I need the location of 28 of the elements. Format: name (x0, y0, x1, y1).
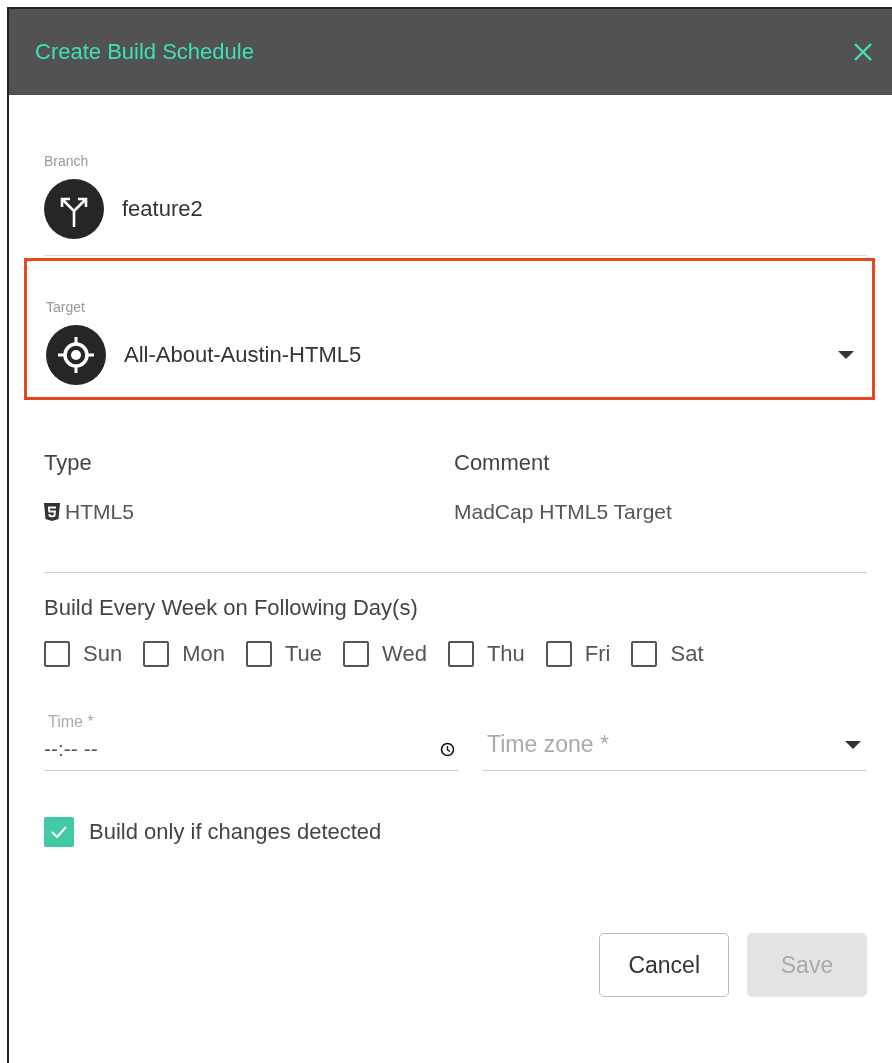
detail-value: MadCap HTML5 Target (454, 500, 672, 524)
day-checkbox[interactable]: Fri (545, 641, 611, 667)
field-label: Branch (44, 153, 90, 169)
time-field[interactable]: Time * --:-- -- (44, 713, 459, 771)
day-checkbox[interactable]: Tue (245, 641, 323, 667)
detail-value: HTML5 (65, 500, 134, 524)
day-checkbox[interactable]: Thu (447, 641, 525, 667)
section-label: Build Every Week on Following Day(s) (44, 595, 419, 621)
field-label: Type (44, 450, 93, 476)
day-checkbox[interactable]: Mon (143, 641, 225, 667)
field-label: Comment (454, 450, 551, 476)
target-icon (46, 325, 106, 385)
close-icon (852, 41, 874, 63)
day-checkbox[interactable]: Sun (44, 641, 123, 667)
branch-value: feature2 (122, 196, 203, 222)
day-checkbox[interactable]: Wed (343, 641, 427, 667)
target-dropdown[interactable]: All-About-Austin-HTML5 (46, 325, 856, 385)
dropdown-arrow-icon (838, 351, 854, 359)
dialog-title: Create Build Schedule (35, 39, 254, 65)
changes-checkbox[interactable]: Build only if changes detected (44, 817, 867, 847)
day-checkbox[interactable]: Sat (631, 641, 704, 667)
field-label: Target (46, 299, 86, 315)
target-value: All-About-Austin-HTML5 (124, 342, 363, 368)
clock-icon (440, 741, 455, 757)
branch-icon (44, 179, 104, 239)
dropdown-arrow-icon (845, 740, 861, 749)
cancel-button[interactable]: Cancel (599, 933, 729, 997)
html5-shield-icon (44, 503, 60, 521)
